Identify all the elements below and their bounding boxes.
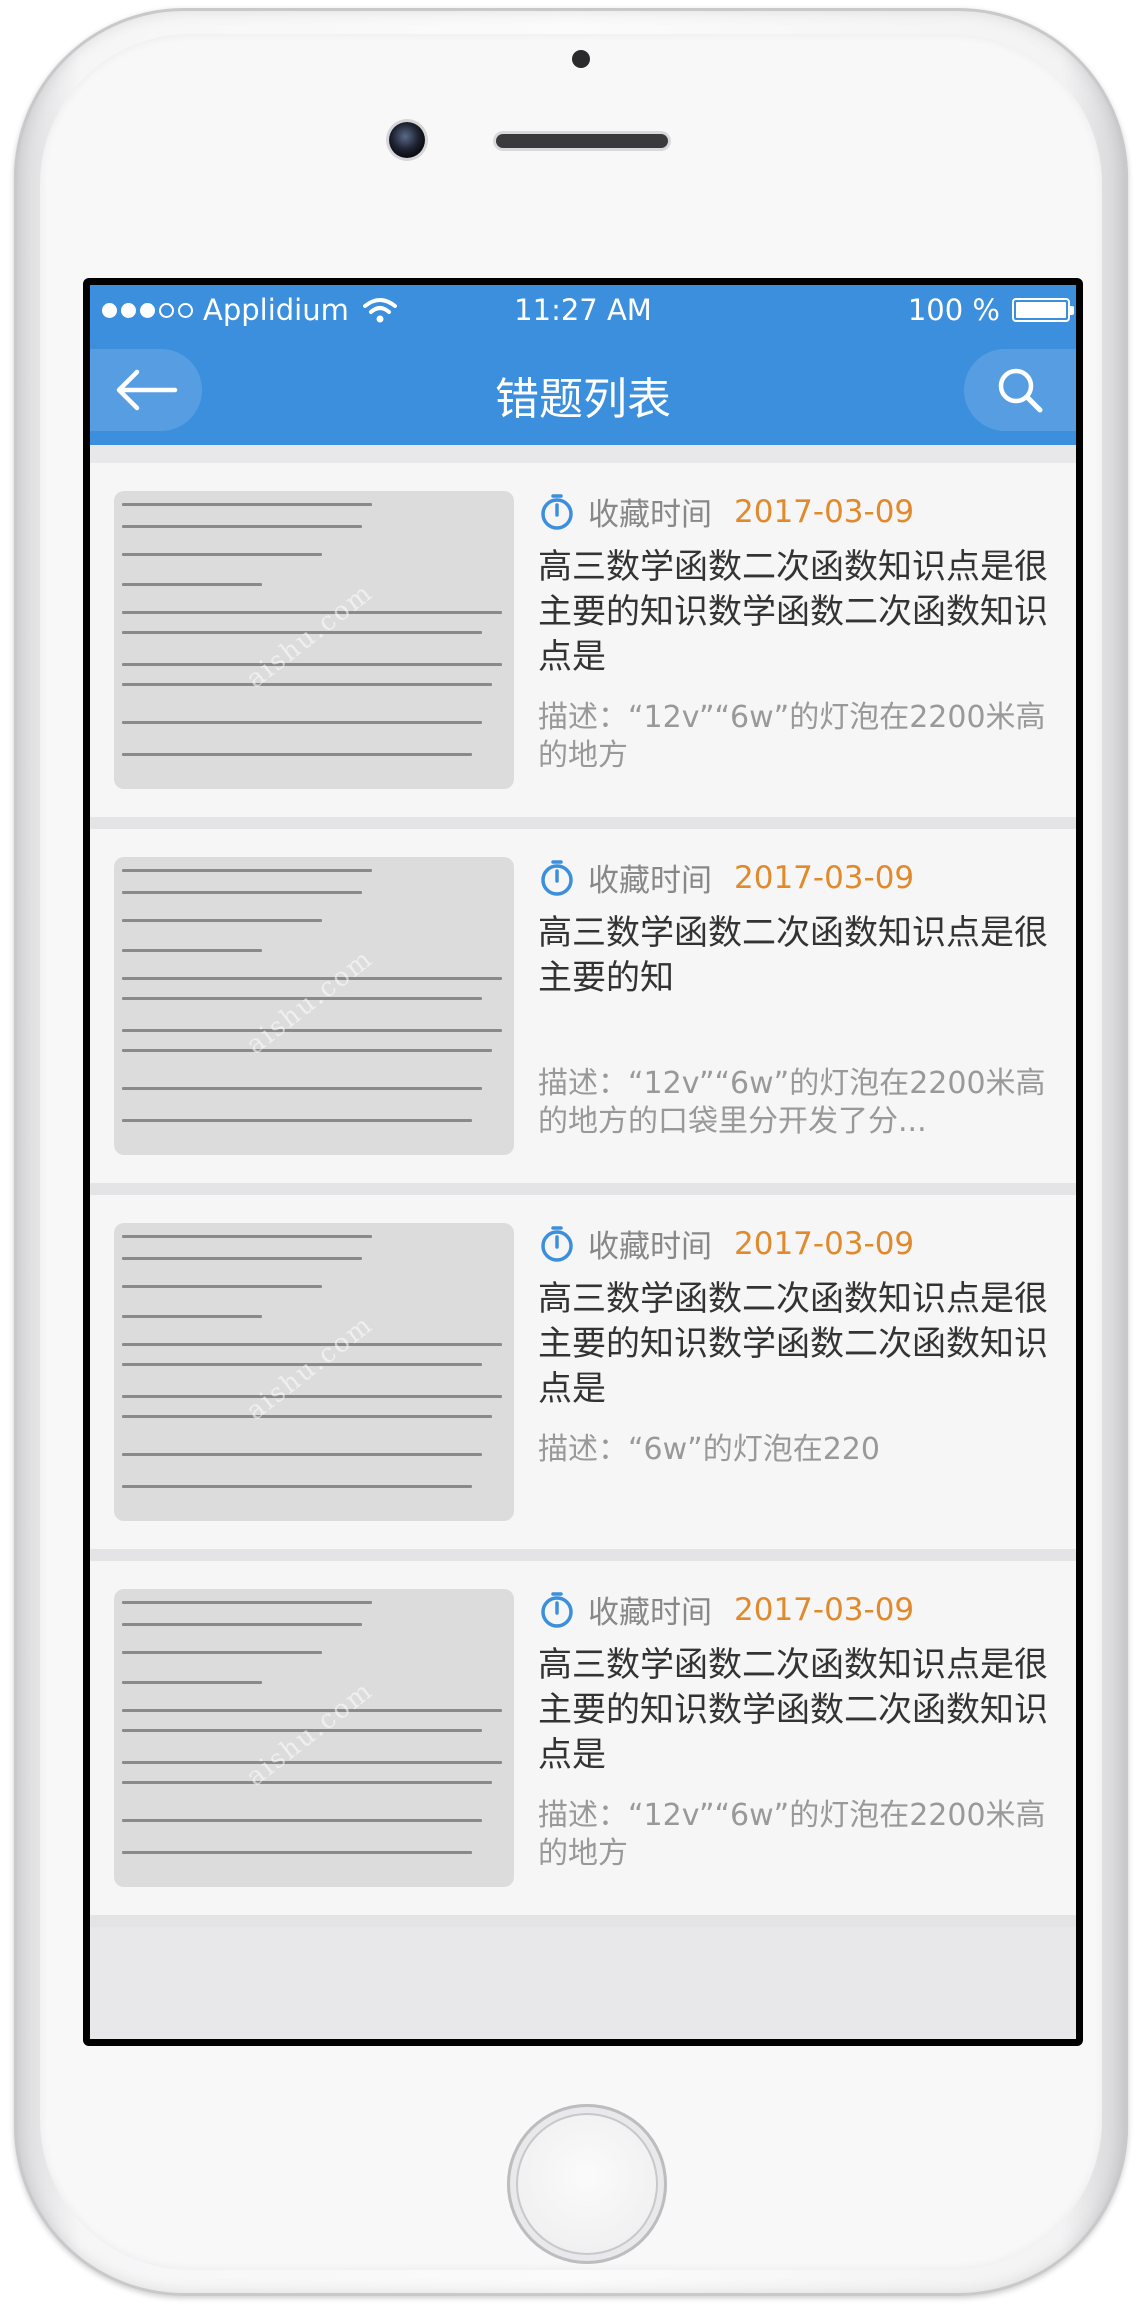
list-item[interactable]: aishu.com 收藏时间 2017-03-09 高三数学函数二次函数知识点是… [90,1195,1076,1561]
stopwatch-icon [541,493,573,530]
saved-date: 2017-03-09 [734,1225,915,1262]
question-description: 描述：“12v”“6w”的灯泡在2200米高的地方 [538,700,1046,773]
list-item[interactable]: aishu.com 收藏时间 2017-03-09 高三数学函数二次函数知识点是… [90,829,1076,1195]
question-title: 高三数学函数二次函数知识点是很主要的知识数学函数二次函数知识点是 [538,1645,1048,1775]
search-icon [998,368,1043,413]
list-item[interactable]: aishu.com 收藏时间 2017-03-09 高三数学函数二次函数知识点是… [90,463,1076,829]
question-thumbnail: aishu.com [114,1589,514,1887]
proximity-sensor [572,50,590,68]
battery-group: 100 % [907,293,1074,327]
stopwatch-icon [541,1225,573,1262]
mistake-list: aishu.com 收藏时间 2017-03-09 高三数学函数二次函数知识点是… [90,463,1076,1927]
saved-date: 2017-03-09 [734,493,915,530]
screen-bezel: Applidium 11:27 AM 100 % 错题列表 aishu.com … [83,278,1083,2046]
battery-percent: 100 % [907,293,1000,327]
question-title: 高三数学函数二次函数知识点是很主要的知识数学函数二次函数知识点是 [538,547,1048,677]
app-display: Applidium 11:27 AM 100 % 错题列表 aishu.com … [90,285,1076,2039]
question-thumbnail: aishu.com [114,491,514,789]
saved-time-row: 收藏时间 2017-03-09 [538,855,914,900]
status-bar: Applidium 11:27 AM 100 % [90,285,1076,335]
battery-icon [1012,298,1074,322]
saved-time-row: 收藏时间 2017-03-09 [538,1587,914,1632]
saved-time-label: 收藏时间 [588,497,712,533]
navigation-bar: 错题列表 [90,335,1076,445]
question-description: 描述：“12v”“6w”的灯泡在2200米高的地方的口袋里分开发了分... [538,1066,1046,1139]
question-thumbnail: aishu.com [114,1223,514,1521]
question-title: 高三数学函数二次函数知识点是很主要的知 [538,913,1048,998]
saved-time-label: 收藏时间 [588,863,712,899]
saved-time-label: 收藏时间 [588,1229,712,1265]
phone-frame: Applidium 11:27 AM 100 % 错题列表 aishu.com … [14,8,1128,2296]
saved-time-label: 收藏时间 [588,1595,712,1631]
search-button[interactable] [964,349,1076,431]
question-thumbnail: aishu.com [114,857,514,1155]
front-camera [389,122,425,158]
home-button[interactable] [507,2104,667,2264]
question-description: 描述：“12v”“6w”的灯泡在2200米高的地方 [538,1798,1046,1871]
saved-date: 2017-03-09 [734,859,915,896]
stopwatch-icon [541,859,573,896]
saved-time-row: 收藏时间 2017-03-09 [538,489,914,534]
list-item[interactable]: aishu.com 收藏时间 2017-03-09 高三数学函数二次函数知识点是… [90,1561,1076,1927]
saved-date: 2017-03-09 [734,1591,915,1628]
stopwatch-icon [541,1591,573,1628]
page-title: 错题列表 [495,374,671,425]
question-description: 描述：“6w”的灯泡在220 [538,1432,880,1467]
saved-time-row: 收藏时间 2017-03-09 [538,1221,914,1266]
question-title: 高三数学函数二次函数知识点是很主要的知识数学函数二次函数知识点是 [538,1279,1048,1409]
earpiece-speaker [496,134,668,148]
